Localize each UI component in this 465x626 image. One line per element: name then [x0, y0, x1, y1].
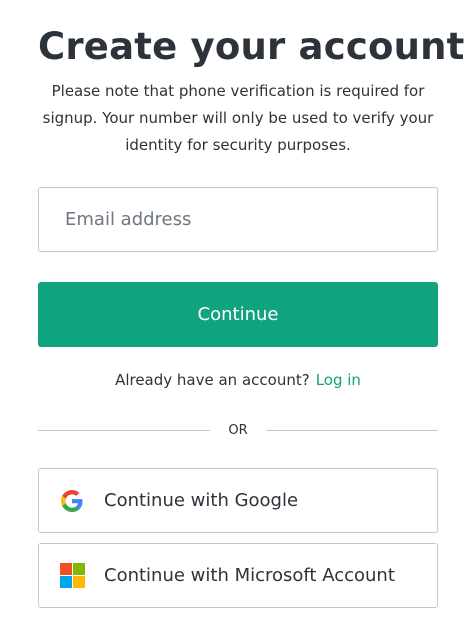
- login-prompt-text: Already have an account?: [115, 371, 310, 389]
- signup-form: Create your account Please note that pho…: [38, 0, 465, 608]
- divider-line-left: [38, 429, 211, 431]
- divider-label: OR: [228, 422, 248, 438]
- microsoft-icon: [59, 563, 85, 589]
- login-prompt: Already have an account? Log in: [38, 370, 438, 390]
- divider-line-right: [265, 429, 439, 431]
- or-divider: OR: [38, 420, 439, 440]
- continue-button[interactable]: Continue: [38, 282, 438, 347]
- email-field-wrapper[interactable]: [38, 187, 438, 252]
- continue-with-google-button[interactable]: Continue with Google: [38, 468, 438, 533]
- page-title: Create your account: [38, 25, 465, 68]
- microsoft-button-label: Continue with Microsoft Account: [104, 565, 395, 586]
- email-input[interactable]: [65, 209, 437, 230]
- google-button-label: Continue with Google: [104, 490, 299, 511]
- verification-notice: Please note that phone verification is r…: [42, 82, 434, 154]
- google-icon: [59, 488, 85, 514]
- login-link[interactable]: Log in: [316, 371, 361, 389]
- continue-with-microsoft-button[interactable]: Continue with Microsoft Account: [38, 543, 438, 608]
